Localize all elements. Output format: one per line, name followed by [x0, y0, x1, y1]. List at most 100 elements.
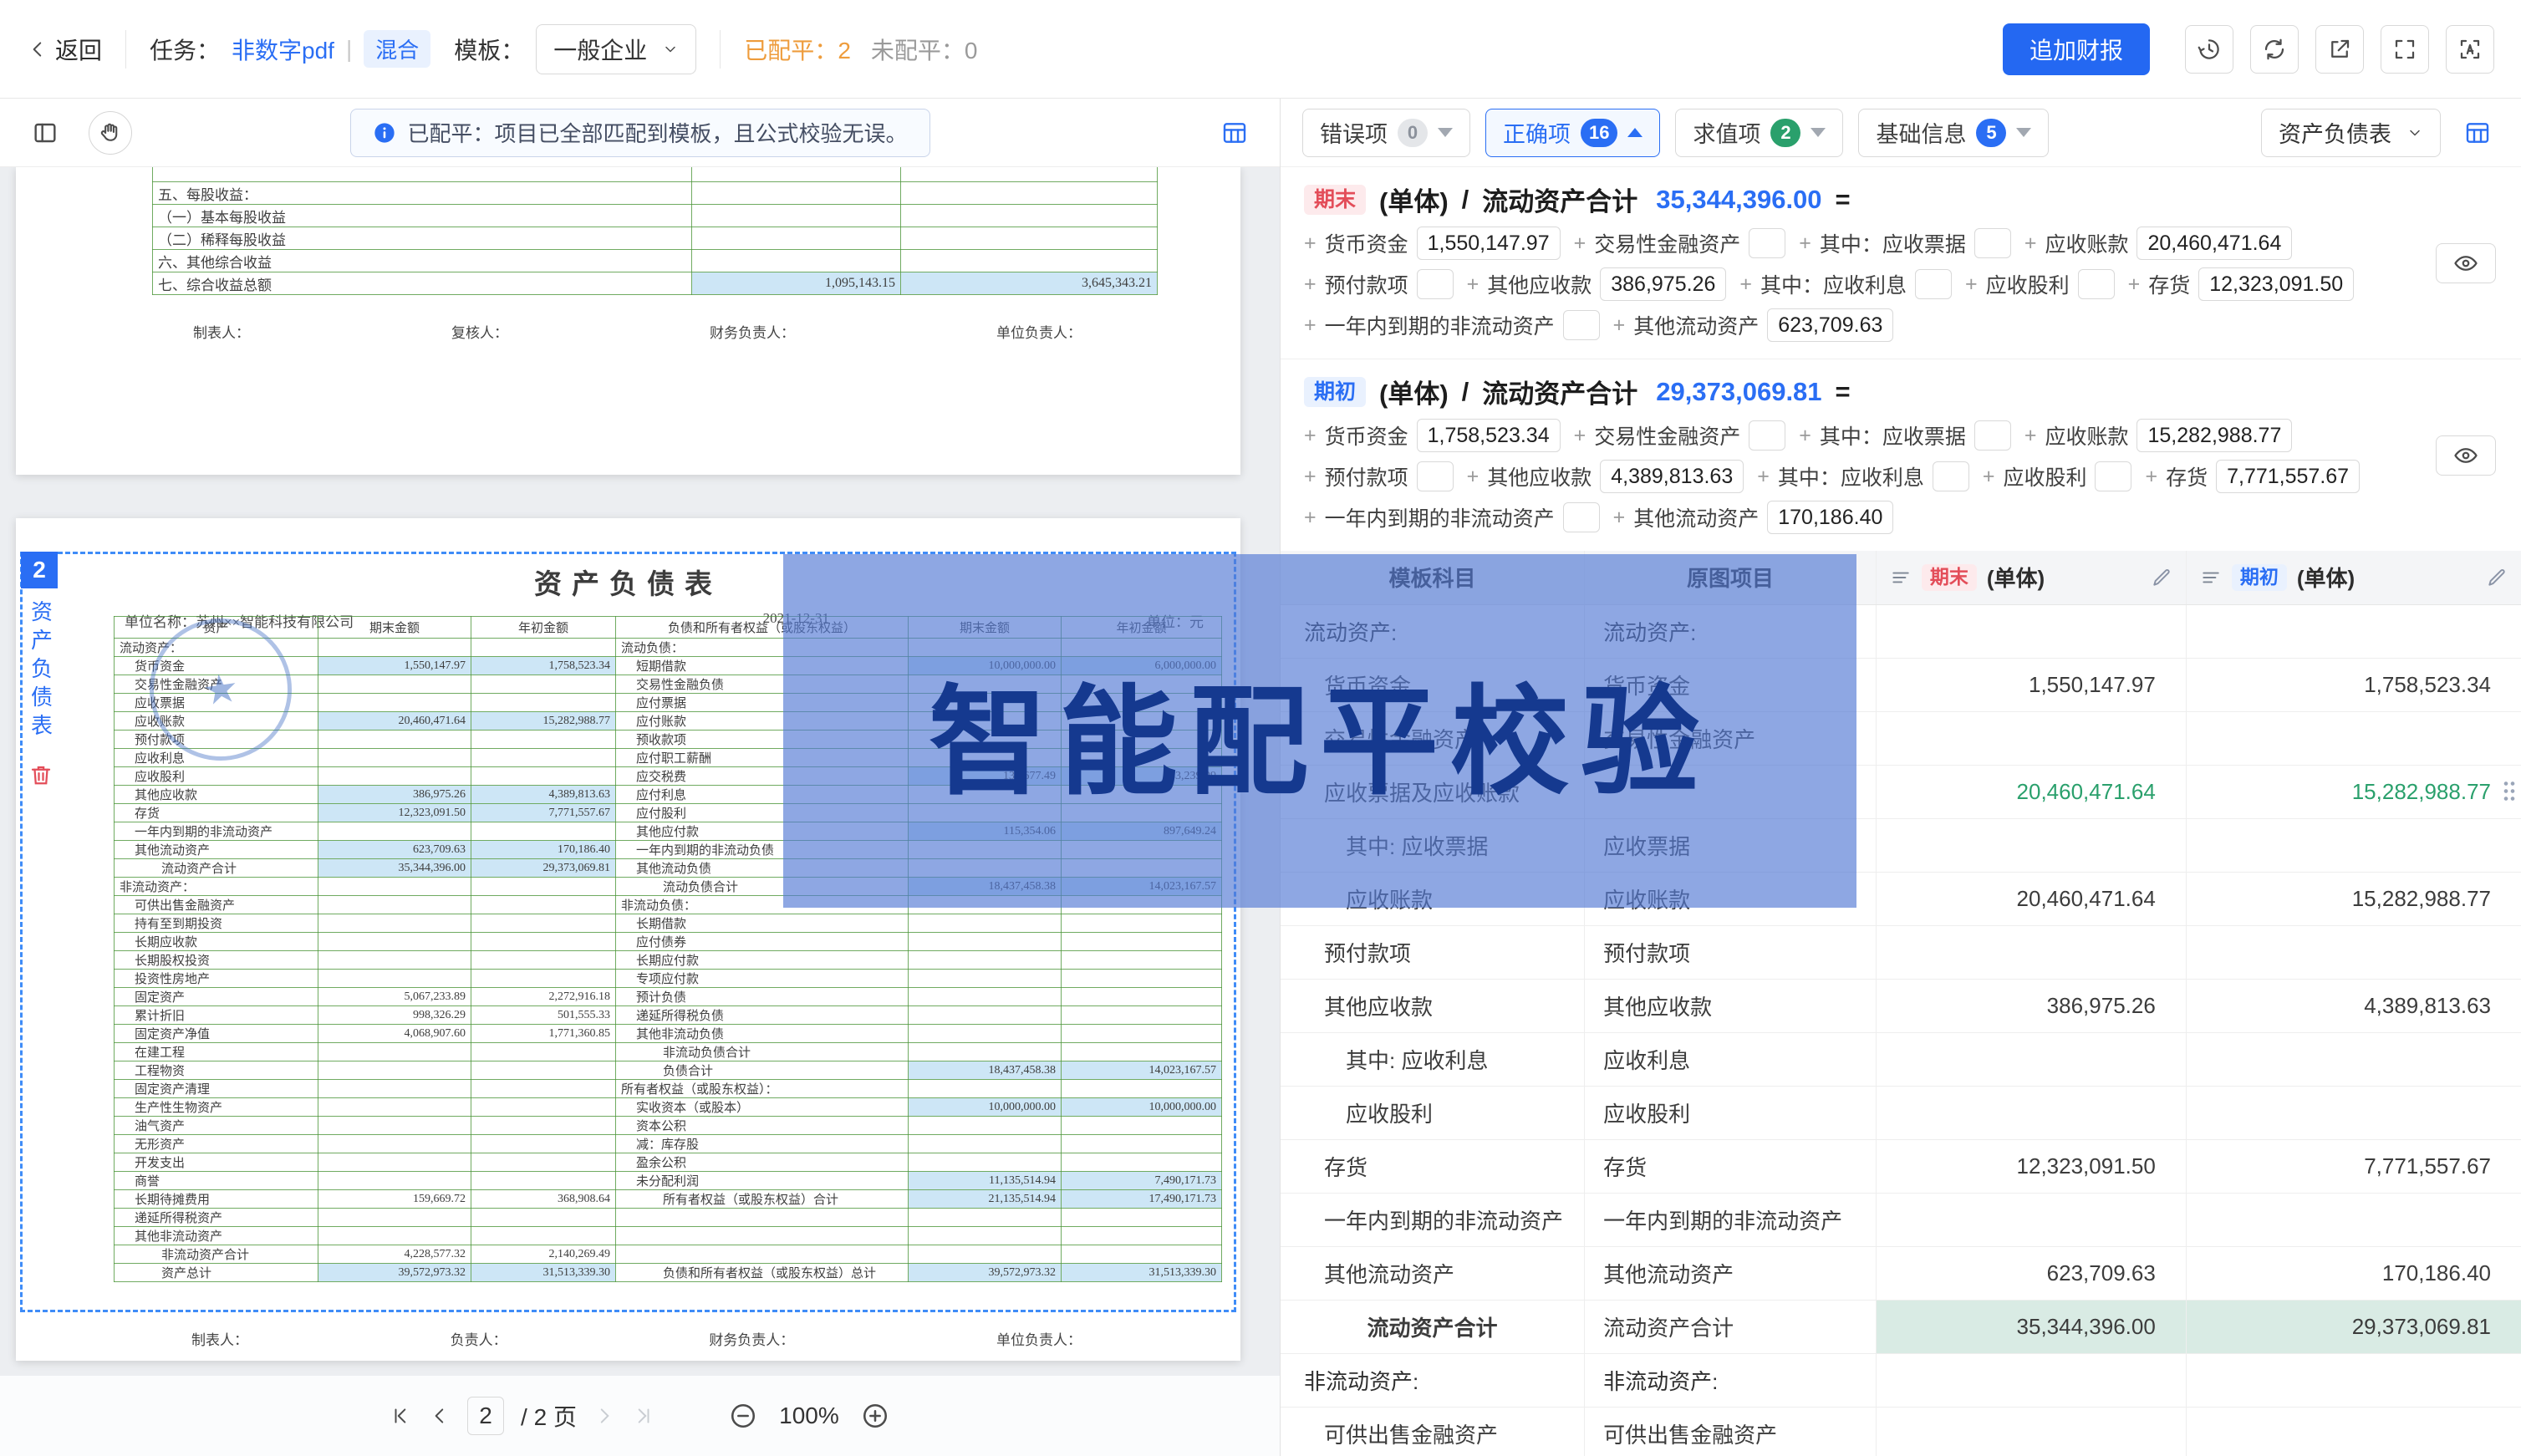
back-button[interactable]: 返回 — [27, 33, 102, 66]
column-header-end[interactable]: 期末 (单体) — [1876, 551, 2186, 604]
table-row[interactable]: 应收股利应收股利 — [1281, 1086, 2521, 1139]
begin-value-cell[interactable]: 1,758,523.34 — [2186, 658, 2521, 711]
table-row[interactable]: 其他流动资产其他流动资产623,709.63170,186.40 — [1281, 1246, 2521, 1300]
filter-evaluated-items[interactable]: 求值项 2 — [1675, 109, 1843, 157]
term-value-box[interactable] — [1915, 269, 1952, 299]
end-value-cell[interactable]: 35,344,396.00 — [1876, 1300, 2186, 1353]
end-value-cell[interactable]: 20,460,471.64 — [1876, 872, 2186, 925]
begin-value-cell[interactable] — [2186, 711, 2521, 765]
begin-value-cell[interactable] — [2186, 604, 2521, 658]
end-value-cell[interactable]: 20,460,471.64 — [1876, 765, 2186, 818]
table-row[interactable]: 货币资金货币资金1,550,147.971,758,523.34 — [1281, 658, 2521, 711]
end-value-cell[interactable]: 1,550,147.97 — [1876, 658, 2186, 711]
table-row[interactable]: 其中: 应收利息应收利息 — [1281, 1032, 2521, 1086]
begin-value-cell[interactable]: 7,771,557.67 — [2186, 1139, 2521, 1193]
sync-button[interactable] — [2250, 25, 2299, 74]
end-value-cell[interactable] — [1876, 1353, 2186, 1407]
end-value-cell[interactable]: 386,975.26 — [1876, 979, 2186, 1032]
document-page-2[interactable]: 2 资产负债表 ★ 资产负债表 单位名称：苏州××智能科技有限公司 2021-1… — [16, 518, 1240, 1361]
term-value-box[interactable]: 20,460,471.64 — [2136, 227, 2292, 260]
term-value-box[interactable] — [2095, 461, 2131, 491]
table-row[interactable]: 应收票据及应收账款20,460,471.6415,282,988.77 — [1281, 765, 2521, 818]
term-value-box[interactable] — [1749, 228, 1785, 258]
drag-handle[interactable] — [2503, 780, 2516, 803]
end-value-cell[interactable] — [1876, 604, 2186, 658]
fullscreen-button[interactable] — [2381, 25, 2429, 74]
begin-value-cell[interactable] — [2186, 818, 2521, 872]
term-value-box[interactable]: 623,709.63 — [1767, 308, 1893, 342]
end-value-cell[interactable] — [1876, 1086, 2186, 1139]
table-row[interactable]: 交易性金融资产交易性金融资产 — [1281, 711, 2521, 765]
term-value-box[interactable]: 1,550,147.97 — [1417, 227, 1561, 260]
edit-icon[interactable] — [2486, 567, 2508, 588]
column-header-begin[interactable]: 期初 (单体) — [2186, 551, 2521, 604]
begin-value-cell[interactable] — [2186, 1086, 2521, 1139]
end-value-cell[interactable]: 623,709.63 — [1876, 1246, 2186, 1300]
begin-value-cell[interactable]: 4,389,813.63 — [2186, 979, 2521, 1032]
column-settings-button[interactable] — [2456, 111, 2499, 155]
document-canvas[interactable]: 五、每股收益：（一）基本每股收益（二）稀释每股收益六、其他综合收益七、综合收益总… — [0, 167, 1280, 1456]
begin-value-cell[interactable] — [2186, 1407, 2521, 1456]
zoom-in-button[interactable] — [861, 1402, 889, 1430]
term-value-box[interactable]: 4,389,813.63 — [1600, 460, 1744, 493]
next-page-button[interactable] — [593, 1405, 615, 1427]
export-button[interactable] — [2315, 25, 2364, 74]
begin-value-cell[interactable] — [2186, 1353, 2521, 1407]
hand-tool-button[interactable] — [89, 111, 132, 155]
end-value-cell[interactable] — [1876, 1032, 2186, 1086]
current-page-input[interactable]: 2 — [467, 1397, 504, 1435]
history-button[interactable] — [2185, 25, 2233, 74]
table-row[interactable]: 存货存货12,323,091.507,771,557.67 — [1281, 1139, 2521, 1193]
region-settings-button[interactable] — [1213, 111, 1256, 155]
zoom-out-button[interactable] — [729, 1402, 757, 1430]
fit-screen-button[interactable] — [2446, 25, 2494, 74]
term-value-box[interactable] — [1417, 269, 1454, 299]
end-value-cell[interactable] — [1876, 1193, 2186, 1246]
table-row[interactable]: 非流动资产:非流动资产: — [1281, 1353, 2521, 1407]
begin-value-cell[interactable] — [2186, 1193, 2521, 1246]
begin-value-cell[interactable]: 170,186.40 — [2186, 1246, 2521, 1300]
begin-value-cell[interactable] — [2186, 1032, 2521, 1086]
table-row[interactable]: 流动资产合计流动资产合计35,344,396.0029,373,069.81 — [1281, 1300, 2521, 1353]
begin-value-cell[interactable] — [2186, 925, 2521, 979]
table-row[interactable]: 预付款项预付款项 — [1281, 925, 2521, 979]
trash-icon[interactable] — [28, 762, 53, 787]
table-row[interactable]: 应收账款应收账款20,460,471.6415,282,988.77 — [1281, 872, 2521, 925]
term-value-box[interactable]: 7,771,557.67 — [2216, 460, 2360, 493]
end-value-cell[interactable] — [1876, 1407, 2186, 1456]
filter-error-items[interactable]: 错误项 0 — [1302, 109, 1470, 157]
edit-icon[interactable] — [2151, 567, 2172, 588]
term-value-box[interactable] — [1749, 420, 1785, 451]
term-value-box[interactable] — [1563, 310, 1600, 340]
table-row[interactable]: 流动资产:流动资产: — [1281, 604, 2521, 658]
term-value-box[interactable]: 15,282,988.77 — [2136, 419, 2292, 452]
end-value-cell[interactable]: 12,323,091.50 — [1876, 1139, 2186, 1193]
end-value-cell[interactable] — [1876, 925, 2186, 979]
term-value-box[interactable]: 170,186.40 — [1767, 501, 1893, 534]
end-value-cell[interactable] — [1876, 711, 2186, 765]
append-report-button[interactable]: 追加财报 — [2003, 23, 2150, 75]
term-value-box[interactable]: 1,758,523.34 — [1417, 419, 1561, 452]
term-value-box[interactable]: 12,323,091.50 — [2198, 267, 2354, 301]
template-select[interactable]: 一般企业 — [536, 24, 696, 74]
term-value-box[interactable] — [1563, 502, 1600, 532]
prev-page-button[interactable] — [429, 1405, 451, 1427]
sheet-tab-label[interactable]: 资产负债表 — [26, 600, 57, 742]
table-row[interactable]: 其中: 应收票据应收票据 — [1281, 818, 2521, 872]
term-value-box[interactable] — [1417, 461, 1454, 491]
toggle-visibility-button[interactable] — [2436, 243, 2496, 283]
begin-value-cell[interactable]: 29,373,069.81 — [2186, 1300, 2521, 1353]
toggle-visibility-button[interactable] — [2436, 435, 2496, 476]
filter-correct-items[interactable]: 正确项 16 — [1485, 109, 1660, 157]
term-value-box[interactable]: 386,975.26 — [1600, 267, 1726, 301]
table-row[interactable]: 可供出售金融资产可供出售金融资产 — [1281, 1407, 2521, 1456]
begin-value-cell[interactable]: 15,282,988.77 — [2186, 872, 2521, 925]
column-header-template[interactable]: 模板科目 — [1281, 551, 1585, 604]
term-value-box[interactable] — [1933, 461, 1969, 491]
end-value-cell[interactable] — [1876, 818, 2186, 872]
filter-basic-info[interactable]: 基础信息 5 — [1858, 109, 2049, 157]
last-page-button[interactable] — [632, 1405, 654, 1427]
term-value-box[interactable] — [1974, 420, 2011, 451]
first-page-button[interactable] — [390, 1405, 412, 1427]
begin-value-cell[interactable]: 15,282,988.77 — [2186, 765, 2521, 818]
